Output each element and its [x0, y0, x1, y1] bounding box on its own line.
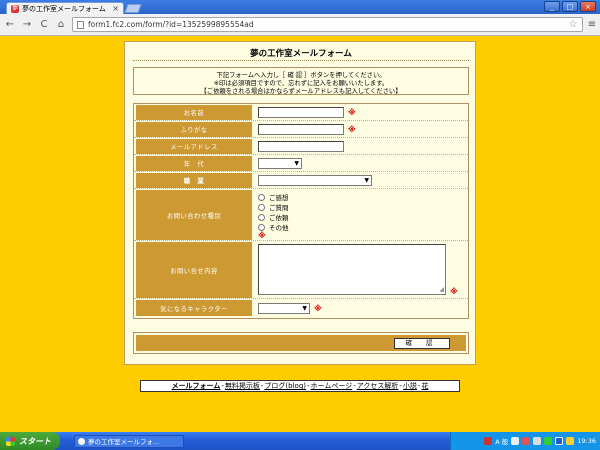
footer-link[interactable]: 花	[421, 382, 428, 390]
forward-icon[interactable]: →	[21, 19, 33, 31]
radio-option[interactable]: ご感想	[258, 192, 289, 202]
bookmark-star-icon[interactable]: ☆	[569, 19, 578, 30]
required-mark: ※	[348, 125, 356, 134]
job-label: 職 業	[136, 173, 252, 188]
footer-link[interactable]: アクセス解析	[357, 382, 399, 390]
taskbar-item-label: 夢の工作室メールフォ...	[88, 438, 160, 446]
close-window-button[interactable]: ×	[580, 1, 596, 12]
minimize-button[interactable]: _	[544, 1, 560, 12]
footer-link[interactable]: 小説	[403, 382, 417, 390]
footer-separator: -	[353, 382, 356, 390]
volume-icon[interactable]	[566, 437, 575, 445]
email-input[interactable]	[258, 141, 344, 152]
radio-label: ご感想	[269, 194, 289, 202]
footer-link[interactable]: メールフォーム	[172, 382, 221, 390]
row-job: 職 業 ▼	[134, 172, 468, 189]
required-mark: ※	[450, 287, 458, 296]
start-label: スタート	[19, 436, 51, 446]
favicon-icon: 夢	[11, 4, 19, 13]
address-bar[interactable]: form1.fc2.com/form/?id=1352599895554ad ☆	[72, 17, 583, 32]
form-instructions: 下記フォームへ入力し［ 確 認 ］ボタンを押してください。 ※印は必須項目ですの…	[133, 67, 469, 95]
confirm-button[interactable]: 確 認	[394, 338, 450, 349]
url-text[interactable]: form1.fc2.com/form/?id=1352599895554ad	[88, 20, 569, 29]
radio-label: ご質問	[269, 204, 289, 212]
form-title: 夢の工作室メールフォーム	[133, 47, 469, 61]
instruction-line: 【ご依頼をされる場合はかならずメールアドレスも記入してください】	[200, 88, 402, 95]
radio-button[interactable]	[258, 223, 265, 231]
tray-app-icon[interactable]	[484, 437, 493, 445]
windows-flag-icon	[6, 436, 15, 446]
menu-icon[interactable]: ≡	[588, 19, 596, 30]
browser-titlebar: 夢 夢の工作室メールフォーム × _ □ ×	[0, 0, 600, 14]
inquiry-textarea[interactable]: ◢	[258, 244, 446, 295]
instruction-line: ※印は必須項目ですので、忘れずに記入をお願いいたします。	[213, 80, 389, 87]
browser-tab[interactable]: 夢 夢の工作室メールフォーム ×	[6, 2, 124, 14]
clock[interactable]: 19:36	[577, 437, 596, 445]
required-mark: ※	[258, 231, 266, 240]
new-tab-button[interactable]	[124, 4, 142, 13]
maximize-button[interactable]: □	[562, 1, 578, 12]
reload-icon[interactable]: C	[38, 19, 50, 31]
row-name: お名前 ※	[134, 104, 468, 121]
footer-separator: -	[399, 382, 402, 390]
window-controls: _ □ ×	[544, 1, 596, 12]
instruction-line: 下記フォームへ入力し［ 確 認 ］ボタンを押してください。	[216, 72, 386, 79]
age-select[interactable]: ▼	[258, 158, 302, 169]
email-label: メールアドレス	[136, 139, 252, 154]
required-mark: ※	[314, 304, 322, 313]
required-mark: ※	[348, 108, 356, 117]
form-panel: 夢の工作室メールフォーム 下記フォームへ入力し［ 確 認 ］ボタンを押してくださ…	[124, 41, 476, 365]
footer-link[interactable]: ホームページ	[311, 382, 353, 390]
character-select[interactable]: ▼	[258, 303, 310, 314]
radio-label: ご依頼	[269, 214, 289, 222]
row-age: 年 代 ▼	[134, 155, 468, 172]
footer-link[interactable]: 無料掲示板	[225, 382, 260, 390]
start-button[interactable]: スタート	[0, 432, 60, 450]
taskbar-item-browser[interactable]: 夢の工作室メールフォ...	[74, 434, 184, 448]
taskbar: スタート 夢の工作室メールフォ... A 般 19:36	[0, 432, 600, 450]
system-tray: A 般 19:36	[450, 432, 600, 450]
tray-app-icon[interactable]	[522, 437, 531, 445]
row-character: 気になるキャラクター ▼ ※	[134, 299, 468, 318]
name-input[interactable]	[258, 107, 344, 118]
inquiry-body-label: お問い合せ内容	[136, 242, 252, 298]
tab-title: 夢の工作室メールフォーム	[22, 4, 106, 13]
character-label: 気になるキャラクター	[136, 300, 252, 316]
radio-label: その他	[269, 224, 289, 232]
browser-toolbar: ← → C ⌂ form1.fc2.com/form/?id=135259989…	[0, 14, 600, 36]
tray-app-icon[interactable]	[533, 437, 542, 445]
footer-links: メールフォーム-無料掲示板-ブログ(blog)-ホームページ-アクセス解析-小説…	[140, 380, 460, 392]
radio-option[interactable]: ご依頼	[258, 212, 289, 222]
radio-button[interactable]	[258, 213, 265, 221]
home-icon[interactable]: ⌂	[55, 19, 67, 31]
radio-button[interactable]	[258, 203, 265, 211]
form-table: お名前 ※ ふりがな ※ メールアドレス 年 代 ▼ 職 業 ▼ お問い合わせ種…	[133, 103, 469, 319]
ime-indicator[interactable]: A 般	[495, 436, 508, 446]
browser-icon	[78, 437, 85, 445]
network-icon[interactable]	[555, 437, 564, 445]
furigana-label: ふりがな	[136, 122, 252, 137]
row-inquiry-type: お問い合わせ種別 ご感想 ご質問 ご依頼 その他 ※	[134, 189, 468, 241]
row-email: メールアドレス	[134, 138, 468, 155]
job-select[interactable]: ▼	[258, 175, 372, 186]
back-icon[interactable]: ←	[4, 19, 16, 31]
resize-grip-icon[interactable]: ◢	[439, 287, 444, 293]
tray-app-icon[interactable]	[544, 437, 553, 445]
page-icon	[77, 20, 84, 29]
tray-app-icon[interactable]	[511, 437, 520, 445]
row-inquiry-body: お問い合せ内容 ◢ ※	[134, 241, 468, 299]
row-furigana: ふりがな ※	[134, 121, 468, 138]
radio-button[interactable]	[258, 193, 265, 201]
submit-bar-fill: 確 認	[136, 335, 466, 351]
footer-separator: -	[221, 382, 224, 390]
inquiry-type-label: お問い合わせ種別	[136, 190, 252, 240]
name-label: お名前	[136, 105, 252, 120]
close-tab-icon[interactable]: ×	[112, 4, 119, 13]
furigana-input[interactable]	[258, 124, 344, 135]
footer-separator: -	[307, 382, 310, 390]
radio-option[interactable]: ご質問	[258, 202, 289, 212]
submit-bar: 確 認	[133, 332, 469, 354]
age-label: 年 代	[136, 156, 252, 171]
footer-link[interactable]: ブログ(blog)	[264, 382, 306, 390]
